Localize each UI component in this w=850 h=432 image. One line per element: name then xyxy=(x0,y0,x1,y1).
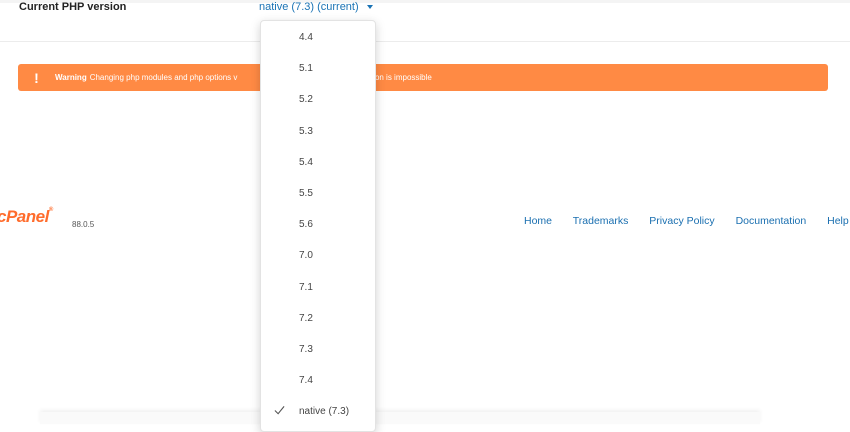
dropdown-item-5-1[interactable]: 5.1 xyxy=(261,53,375,84)
item-label: 5.4 xyxy=(299,156,313,168)
build-version: 88.0.5 xyxy=(72,220,95,229)
dropdown-item-7-2[interactable]: 7.2 xyxy=(261,303,375,334)
bottom-panel-edge xyxy=(40,412,760,424)
dropdown-item-7-0[interactable]: 7.0 xyxy=(261,240,375,271)
item-label: 5.5 xyxy=(299,187,313,199)
item-label: 5.2 xyxy=(299,94,313,106)
item-label: 7.3 xyxy=(299,343,313,355)
item-label: native (7.3) xyxy=(299,406,350,418)
php-version-selected: native (7.3) (current) xyxy=(259,1,359,13)
item-label: 5.1 xyxy=(299,63,313,75)
logo-text: cPanel xyxy=(0,207,49,226)
dropdown-item-native-7-3[interactable]: native (7.3) xyxy=(261,396,375,427)
dropdown-item-7-1[interactable]: 7.1 xyxy=(261,272,375,303)
dropdown-item-5-6[interactable]: 5.6 xyxy=(261,209,375,240)
section-divider xyxy=(0,41,850,42)
dropdown-item-5-3[interactable]: 5.3 xyxy=(261,116,375,147)
dropdown-item-7-4[interactable]: 7.4 xyxy=(261,365,375,396)
dropdown-item-5-5[interactable]: 5.5 xyxy=(261,178,375,209)
item-label: 7.2 xyxy=(299,312,313,324)
logo-registered: ® xyxy=(48,207,53,213)
item-label: 7.0 xyxy=(299,250,313,262)
caret-down-icon xyxy=(366,5,373,10)
warning-title: Warning xyxy=(55,73,87,82)
item-label: 7.4 xyxy=(299,375,313,387)
exclamation-icon: ! xyxy=(34,69,39,86)
footer-nav: Home Trademarks Privacy Policy Documenta… xyxy=(524,215,850,227)
php-version-select[interactable]: native (7.3) (current) xyxy=(259,1,373,13)
item-label: 4.4 xyxy=(299,32,313,43)
footer-link-documentation[interactable]: Documentation xyxy=(736,215,807,227)
checkmark-icon xyxy=(274,406,285,415)
dropdown-item-5-4[interactable]: 5.4 xyxy=(261,147,375,178)
top-border xyxy=(0,0,850,3)
footer-link-privacy-policy[interactable]: Privacy Policy xyxy=(649,215,714,227)
cpanel-logo: cPanel® xyxy=(0,207,53,227)
item-label: 5.6 xyxy=(299,219,313,231)
dropdown-item-4-4[interactable]: 4.4 xyxy=(261,22,375,53)
footer-link-trademarks[interactable]: Trademarks xyxy=(573,215,629,227)
footer-link-home[interactable]: Home xyxy=(524,215,552,227)
item-label: 7.1 xyxy=(299,281,313,293)
warning-text-before: Changing php modules and php options v xyxy=(89,73,238,82)
dropdown-item-5-2[interactable]: 5.2 xyxy=(261,84,375,115)
php-version-dropdown: 4.4 5.1 5.2 5.3 5.4 5.5 5.6 7.0 7.1 7.2 … xyxy=(260,20,376,432)
php-version-label: Current PHP version xyxy=(19,1,127,13)
footer-link-help[interactable]: Help xyxy=(827,215,849,227)
warning-banner: ! Warning Changing php modules and php o… xyxy=(18,64,828,91)
dropdown-item-7-3[interactable]: 7.3 xyxy=(261,334,375,365)
item-label: 5.3 xyxy=(299,125,313,137)
